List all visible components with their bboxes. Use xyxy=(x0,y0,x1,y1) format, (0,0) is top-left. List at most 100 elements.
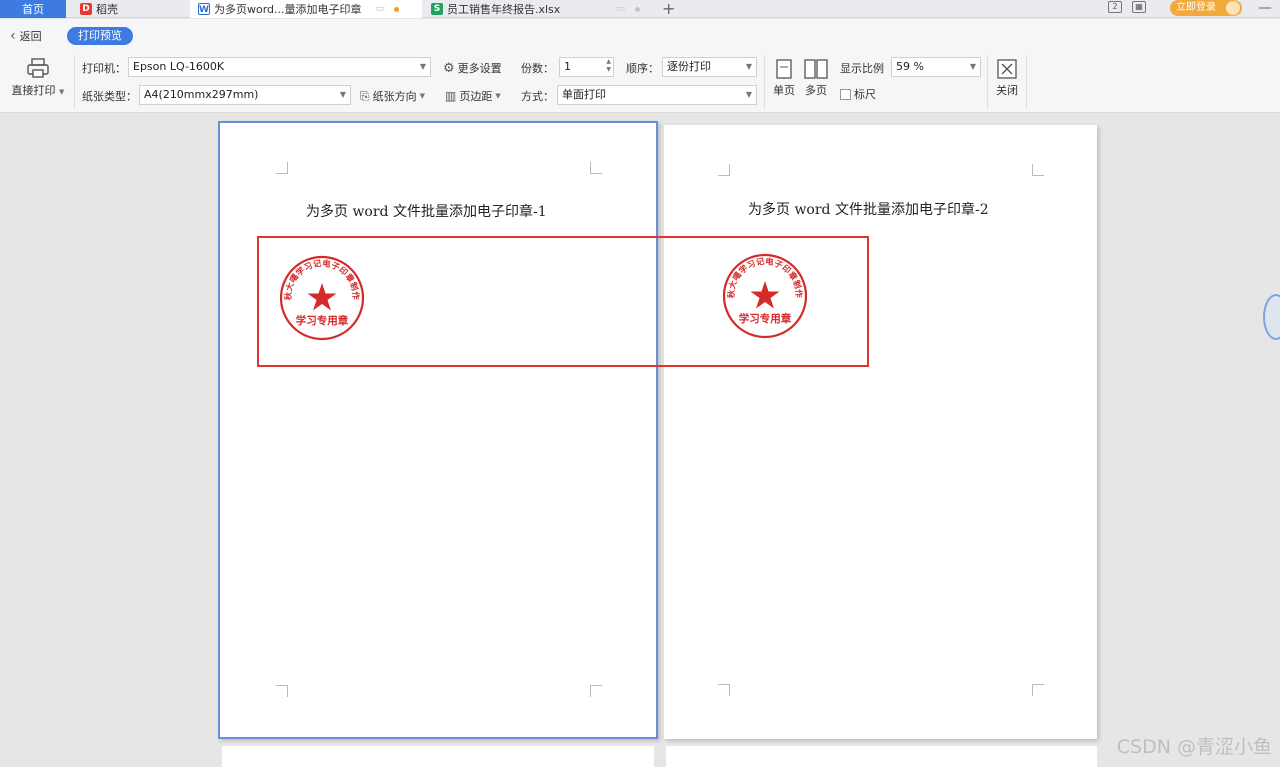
preview-area[interactable]: 为多页 word 文件批量添加电子印章-1 秋大噶学习记电子印章制作 学习专用章 … xyxy=(0,114,1280,767)
preview-page-2[interactable]: 为多页 word 文件批量添加电子印章-2 秋大噶学习记电子印章制作 学习专用章 xyxy=(664,125,1097,739)
highlight-box xyxy=(257,236,869,367)
window-badge-count: 2 xyxy=(1112,2,1118,11)
divider xyxy=(987,55,988,109)
tab-home[interactable]: 首页 xyxy=(0,0,66,18)
order-select[interactable]: 逐份打印 ▼ xyxy=(662,57,757,77)
printer-icon xyxy=(27,58,49,78)
preview-page-1[interactable]: 为多页 word 文件批量添加电子印章-1 秋大噶学习记电子印章制作 学习专用章 xyxy=(218,121,658,739)
unsaved-dot-icon xyxy=(394,6,400,12)
gear-icon: ⚙ xyxy=(443,60,455,76)
apps-grid-icon[interactable]: ▦ xyxy=(1132,1,1146,13)
spreadsheet-icon: S xyxy=(431,3,443,15)
login-button-label: 立即登录 xyxy=(1176,2,1216,13)
tab-spreadsheet[interactable]: S 员工销售年终报告.xlsx ▭ xyxy=(423,0,653,18)
single-page-icon xyxy=(776,59,792,79)
print-mode-select[interactable]: 单面打印 ▼ xyxy=(557,85,757,105)
zoom-label: 显示比例 xyxy=(840,62,884,75)
more-settings-button[interactable]: ⚙ 更多设置 xyxy=(443,60,502,76)
paper-orientation-button[interactable]: ⎘ 纸张方向 ▼ xyxy=(360,88,425,104)
close-icon xyxy=(997,59,1017,79)
orientation-icon: ⎘ xyxy=(360,88,370,103)
margin-corner-mark xyxy=(718,164,730,176)
watermark: CSDN @青涩小鱼 xyxy=(1116,736,1272,758)
direct-print-label: 直接打印 ▼ xyxy=(11,84,65,97)
paper-type-label: 纸张类型： xyxy=(82,90,137,103)
preview-page-4-edge xyxy=(666,746,1097,767)
copies-label: 份数： xyxy=(521,62,554,75)
chevron-down-icon: ▼ xyxy=(495,92,501,100)
divider xyxy=(74,55,75,109)
more-settings-label: 更多设置 xyxy=(457,62,502,75)
direct-print-button[interactable]: 直接打印 ▼ xyxy=(10,57,66,98)
margin-corner-mark xyxy=(718,684,730,696)
divider xyxy=(764,55,765,109)
tab-home-label: 首页 xyxy=(22,3,44,16)
tab-docer-label: 稻壳 xyxy=(96,3,118,16)
print-toolbar: 直接打印 ▼ 打印机： Epson LQ-1600K ▼ 纸张类型： A4(210… xyxy=(0,51,1280,113)
print-preview-label: 打印预览 xyxy=(67,27,133,45)
tab-spreadsheet-label: 员工销售年终报告.xlsx xyxy=(447,3,561,16)
margin-corner-mark xyxy=(276,162,288,174)
preview-header: ‹ 返回 打印预览 xyxy=(0,19,1280,51)
chevron-down-icon: ▼ xyxy=(419,92,425,100)
tab-monitor-icon[interactable]: ▭ xyxy=(376,4,385,14)
multi-page-button[interactable]: 多页 xyxy=(803,59,829,98)
chevron-down-icon: ▼ xyxy=(339,90,346,99)
chevron-down-icon: ▼ xyxy=(745,90,752,99)
tab-document[interactable]: W 为多页word...量添加电子印章 ▭ xyxy=(190,0,422,18)
close-preview-button[interactable]: 关闭 xyxy=(994,59,1020,98)
margin-corner-mark xyxy=(590,162,602,174)
chevron-down-icon: ▼ xyxy=(745,62,752,71)
back-button[interactable]: ‹ 返回 xyxy=(10,28,42,44)
tab-monitor-icon[interactable]: ▭ xyxy=(616,4,625,14)
chevron-down-icon: ▼ xyxy=(419,62,426,71)
docer-icon: D xyxy=(80,3,92,15)
chevron-down-icon: ▼ xyxy=(969,62,976,71)
preview-page-3-edge xyxy=(222,746,654,767)
stepper-arrows-icon[interactable]: ▲ ▼ xyxy=(606,58,611,74)
printer-select[interactable]: Epson LQ-1600K ▼ xyxy=(128,57,431,77)
tab-document-label: 为多页word...量添加电子印章 xyxy=(214,3,362,16)
margin-corner-mark xyxy=(590,685,602,697)
multi-page-label: 多页 xyxy=(805,84,827,97)
assistant-avatar[interactable] xyxy=(1263,294,1280,340)
page-title: 为多页 word 文件批量添加电子印章-2 xyxy=(748,202,989,218)
single-page-label: 单页 xyxy=(773,84,795,97)
ruler-label: 标尺 xyxy=(854,88,876,101)
word-doc-icon: W xyxy=(198,3,210,15)
login-button[interactable]: 立即登录 xyxy=(1170,0,1242,16)
avatar xyxy=(1226,1,1240,15)
back-label: 返回 xyxy=(19,30,42,43)
print-mode-value: 单面打印 xyxy=(562,88,606,101)
printer-label: 打印机： xyxy=(82,62,126,75)
paper-type-select[interactable]: A4(210mmx297mm) ▼ xyxy=(139,85,351,105)
margin-corner-mark xyxy=(1032,164,1044,176)
new-tab-plus-icon[interactable]: + xyxy=(662,0,675,18)
copies-value: 1 xyxy=(564,60,571,73)
chevron-left-icon: ‹ xyxy=(10,28,16,44)
paper-orientation-label: 纸张方向 xyxy=(372,90,417,103)
single-page-button[interactable]: 单页 xyxy=(771,59,797,98)
minimize-icon[interactable]: — xyxy=(1258,0,1272,16)
page-title: 为多页 word 文件批量添加电子印章-1 xyxy=(306,204,547,220)
zoom-select[interactable]: 59 % ▼ xyxy=(891,57,981,77)
printer-value: Epson LQ-1600K xyxy=(133,60,225,73)
margins-label: 页边距 xyxy=(459,90,493,103)
print-mode-label: 方式： xyxy=(521,90,554,103)
order-label: 顺序： xyxy=(626,62,659,75)
window-badge-icon[interactable]: 2 xyxy=(1108,1,1122,13)
margins-icon: ▥ xyxy=(445,89,457,103)
margins-button[interactable]: ▥ 页边距 ▼ xyxy=(445,88,501,104)
margin-corner-mark xyxy=(1032,684,1044,696)
divider xyxy=(1026,55,1027,109)
margin-corner-mark xyxy=(276,685,288,697)
multi-page-icon xyxy=(804,59,828,79)
paper-type-value: A4(210mmx297mm) xyxy=(144,88,259,101)
ruler-checkbox[interactable]: 标尺 xyxy=(840,86,876,102)
copies-stepper[interactable]: 1 ▲ ▼ xyxy=(559,57,614,77)
order-value: 逐份打印 xyxy=(667,60,711,73)
tab-bar: 首页 D 稻壳 W 为多页word...量添加电子印章 ▭ S 员工销售年终报告… xyxy=(0,0,1280,18)
zoom-value: 59 % xyxy=(896,60,924,73)
tab-docer[interactable]: D 稻壳 xyxy=(72,0,187,18)
tab-dot-icon xyxy=(634,6,640,12)
